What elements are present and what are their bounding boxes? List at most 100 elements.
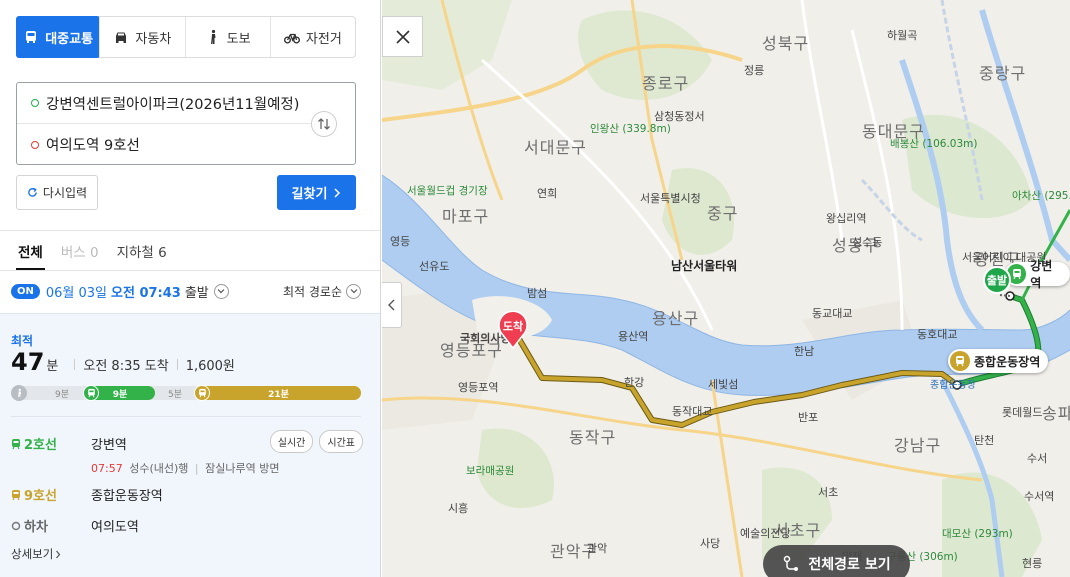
place-label: 인왕산 (339.8m) bbox=[590, 123, 671, 135]
car-icon bbox=[116, 32, 127, 43]
bicycle-icon bbox=[283, 33, 300, 44]
train-info: 07:57 성수(내선)행 | 잠실나루역 방면 bbox=[91, 460, 279, 476]
timeline-walk-segment: 9분 bbox=[54, 389, 69, 400]
reset-button[interactable]: 다시입력 bbox=[16, 175, 98, 210]
separator: | bbox=[194, 462, 199, 475]
boarding-station[interactable]: 강변역 bbox=[91, 434, 127, 453]
chevron-left-icon bbox=[388, 299, 395, 311]
result-tabs: 전체 버스 0 지하철 6 bbox=[0, 232, 380, 270]
separator bbox=[176, 359, 178, 370]
departure-row: ON 06월 03일 오전 07:43 출발 최적 경로순 bbox=[11, 280, 361, 302]
route-result-card[interactable]: 최적 47 분 오전 8:35 도착 1,600원 9분 9분 5분 21분 2… bbox=[0, 313, 380, 577]
place-label: 한남 bbox=[794, 345, 815, 358]
subway-icon bbox=[950, 351, 970, 371]
chevron-right-icon bbox=[56, 550, 61, 558]
place-label: 한강 bbox=[624, 376, 645, 389]
sort-select[interactable]: 최적 경로순 bbox=[283, 283, 361, 300]
train-time: 07:57 bbox=[91, 462, 123, 475]
district-label: 마포구 bbox=[442, 207, 490, 226]
place-label: 사당 bbox=[700, 537, 721, 550]
walk-icon bbox=[210, 29, 216, 44]
full-route-label: 전체경로 보기 bbox=[808, 557, 891, 573]
transfer-station[interactable]: 종합운동장역 bbox=[91, 485, 163, 504]
place-label: 용산역 bbox=[618, 330, 649, 343]
map-view[interactable]: 성북구 종로구 서대문구 동대문구 중구 마포구 용산구 성동구 영등포구 동작… bbox=[382, 0, 1070, 577]
swap-arrows-icon bbox=[318, 118, 330, 130]
tab-car-label: 자동차 bbox=[135, 31, 172, 47]
arrival-time: 오전 8:35 도착 bbox=[83, 359, 169, 374]
divider bbox=[11, 416, 361, 417]
minutes-unit: 분 bbox=[46, 359, 59, 374]
station-name: 강변역 bbox=[1030, 259, 1053, 290]
place-label: 보라매공원 bbox=[466, 465, 515, 477]
tab-subway[interactable]: 지하철 6 bbox=[117, 232, 167, 270]
departure-time[interactable]: 오전 07:43 bbox=[111, 282, 181, 301]
on-badge[interactable]: ON bbox=[11, 283, 40, 299]
tab-transit-label: 대중교통 bbox=[45, 31, 94, 47]
tab-walk[interactable]: 도보 bbox=[184, 17, 270, 57]
route-timeline: 9분 9분 5분 21분 bbox=[11, 385, 361, 401]
tab-transit[interactable]: 대중교통 bbox=[16, 16, 101, 58]
place-label: 세빛섬 bbox=[708, 378, 739, 391]
place-label: 서초 bbox=[818, 486, 839, 499]
alight-station[interactable]: 여의도역 bbox=[91, 516, 139, 535]
district-label: 동작구 bbox=[569, 428, 617, 447]
circle-icon bbox=[11, 521, 21, 530]
subway-icon bbox=[12, 489, 20, 500]
swap-button[interactable] bbox=[311, 111, 337, 137]
line2-name: 2호선 bbox=[24, 438, 57, 453]
details-link[interactable]: 상세보기 bbox=[11, 546, 61, 562]
place-label: 아차산 (295.7m) bbox=[1012, 190, 1070, 202]
best-route-label: 최적 bbox=[11, 334, 34, 348]
divider bbox=[0, 270, 380, 271]
place-label: 예술의전당 bbox=[740, 527, 791, 540]
line-label: 9호선 bbox=[11, 485, 91, 504]
train-direction: 성수(내선)행 bbox=[129, 462, 189, 475]
place-label: 왕십리역 bbox=[826, 212, 867, 225]
realtime-button[interactable]: 실시간 bbox=[269, 430, 314, 453]
full-route-button[interactable]: 전체경로 보기 bbox=[763, 545, 910, 577]
step-line2: 2호선 강변역 실시간 시간표 bbox=[11, 430, 366, 453]
line-label: 2호선 bbox=[11, 434, 91, 453]
tab-bicycle[interactable]: 자전거 bbox=[269, 17, 355, 57]
details-label: 상세보기 bbox=[11, 547, 54, 561]
subway-icon bbox=[83, 385, 99, 401]
station-tag-gangbyeon[interactable]: 강변역 bbox=[1005, 259, 1070, 290]
place-label: 반포 bbox=[798, 411, 819, 424]
find-route-label: 길찾기 bbox=[291, 187, 328, 202]
total-minutes: 47 bbox=[11, 348, 45, 376]
tab-car[interactable]: 자동차 bbox=[99, 17, 184, 57]
destination-dot-icon bbox=[31, 140, 39, 149]
station-name: 종합운동장역 bbox=[974, 354, 1041, 369]
arrival-pin[interactable]: 도착 bbox=[497, 310, 529, 353]
collapse-panel-button[interactable] bbox=[382, 282, 402, 328]
departure-date[interactable]: 06월 03일 bbox=[46, 282, 107, 301]
tab-all[interactable]: 전체 bbox=[16, 232, 45, 270]
tab-bus[interactable]: 버스 0 bbox=[61, 232, 99, 270]
line9-name: 9호선 bbox=[24, 489, 57, 504]
divider bbox=[0, 230, 380, 231]
destination-text: 여의도역 9호선 bbox=[46, 138, 140, 154]
origin-field[interactable]: 강변역센트럴아이파크(2026년11월예정) bbox=[17, 83, 312, 124]
close-button[interactable] bbox=[382, 16, 423, 57]
place-label: 밤섬 bbox=[527, 287, 548, 300]
find-route-button[interactable]: 길찾기 bbox=[277, 175, 356, 210]
origin-dot-icon bbox=[31, 99, 39, 107]
district-label: 성북구 bbox=[762, 34, 810, 53]
reset-label: 다시입력 bbox=[42, 186, 88, 200]
step-line9: 9호선 종합운동장역 bbox=[11, 485, 366, 504]
timetable-button[interactable]: 시간표 bbox=[319, 430, 363, 453]
close-icon bbox=[395, 29, 410, 44]
district-label: 용산구 bbox=[652, 309, 700, 328]
route-input-box: 강변역센트럴아이파크(2026년11월예정) 여의도역 9호선 bbox=[16, 82, 356, 165]
destination-field[interactable]: 여의도역 9호선 bbox=[17, 124, 312, 165]
district-label: 서대문구 bbox=[524, 138, 587, 157]
place-label: 서울특별시청 bbox=[640, 192, 701, 205]
departure-pin[interactable]: 출발 bbox=[983, 266, 1011, 294]
station-tag-sports-complex[interactable]: 종합운동장역 bbox=[948, 349, 1049, 373]
place-label: 동호대교 bbox=[917, 328, 958, 341]
train-bound: 잠실나루역 방면 bbox=[205, 462, 280, 475]
departure-word: 출발 bbox=[184, 285, 209, 301]
place-label: 롯데월드 bbox=[1002, 406, 1043, 419]
chevron-down-icon[interactable] bbox=[213, 283, 229, 299]
